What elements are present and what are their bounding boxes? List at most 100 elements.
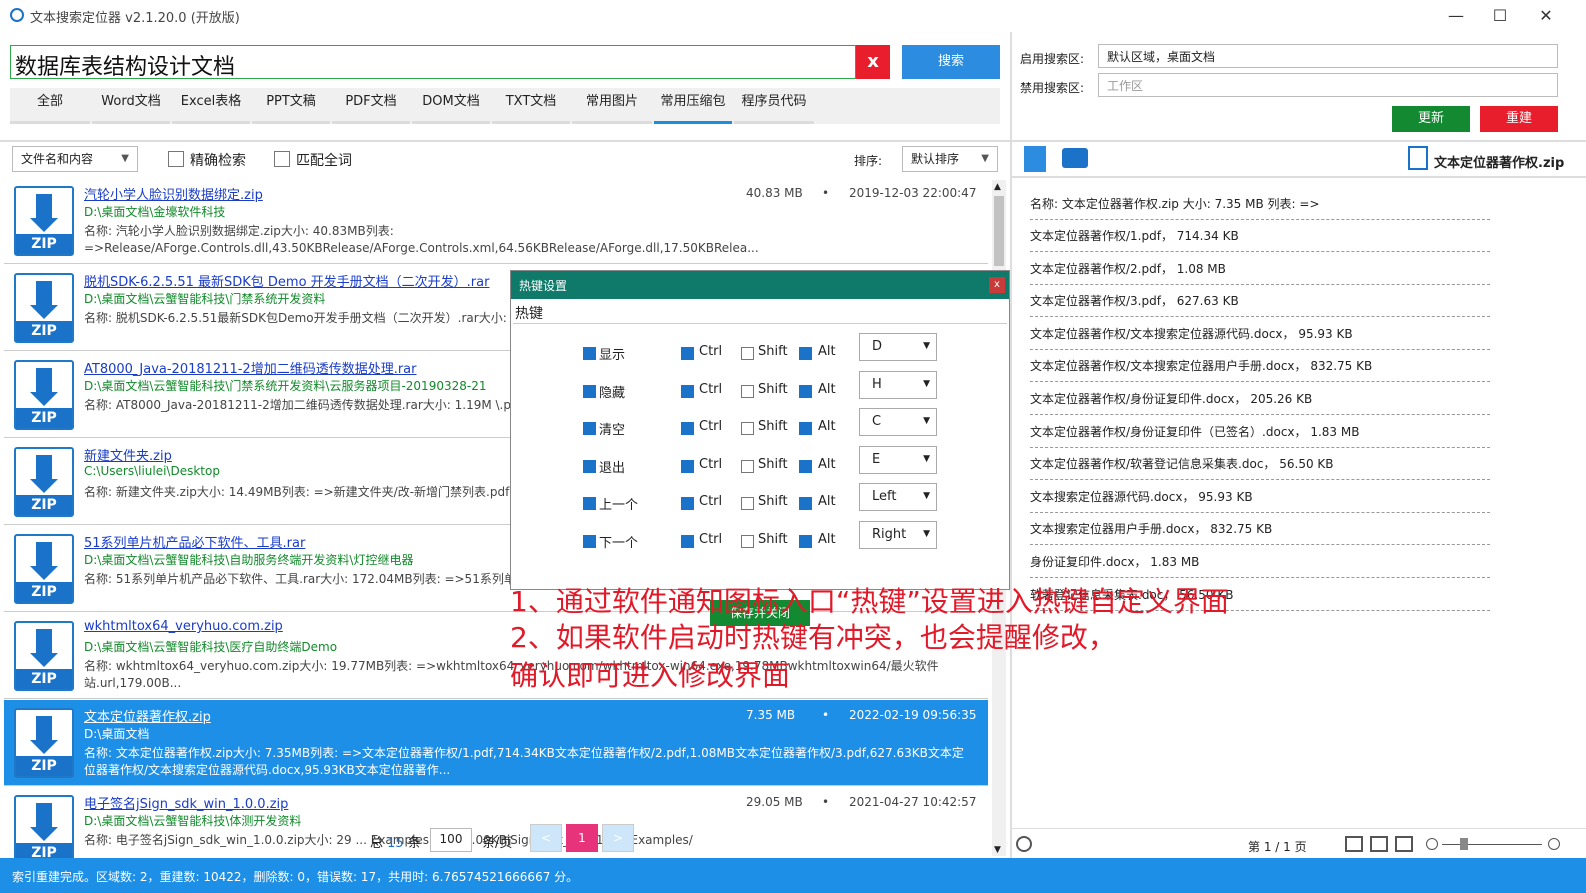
tab-7[interactable]: 常用图片 [572,88,652,124]
maximize-button[interactable]: ☐ [1480,4,1520,28]
enable-area-input[interactable]: 默认区域，桌面文档 [1098,44,1558,68]
tab-4[interactable]: PDF文档 [332,88,410,124]
zoom-in-icon[interactable] [1548,838,1560,850]
zoom-slider-thumb[interactable] [1460,838,1468,850]
shift-checkbox[interactable] [741,497,754,510]
result-row[interactable]: ZIP 文本定位器著作权.zip D:\桌面文档 名称: 文本定位器著作权.zip大小… [4,700,988,786]
tab-0[interactable]: 全部 [10,88,90,124]
single-page-view-icon[interactable] [1345,836,1363,852]
hotkey-key-select[interactable]: Left ▼ [859,483,937,511]
result-date: 2019-12-03 22:00:47 [849,186,977,200]
hotkey-row: 隐藏 Ctrl Shift Alt H ▼ [511,370,1009,407]
result-description: 名称: 电子签名jSign_sdk_win_1.0.0.zip大小: 29 ..… [84,833,693,847]
enable-hotkey-checkbox[interactable] [583,422,596,435]
alt-label: Alt [818,381,836,397]
scroll-up-icon[interactable]: ▲ [994,182,1001,192]
ctrl-checkbox[interactable] [681,422,694,435]
shift-checkbox[interactable] [741,534,754,548]
zoom-out-icon[interactable] [1426,838,1438,850]
enable-hotkey-checkbox[interactable] [583,347,596,360]
zoom-slider[interactable] [1442,844,1542,845]
alt-checkbox[interactable] [799,534,812,548]
tab-9[interactable]: 程序员代码 [734,88,814,124]
result-name-link[interactable]: 汽轮小学人脸识别数据绑定.zip [84,184,263,203]
annotation-note-1: 1、通过软件通知图标入口“热键”设置进入热键自定义界面 [510,585,1229,618]
ctrl-checkbox[interactable] [681,347,694,360]
prev-page-button[interactable]: < [530,824,562,852]
enable-hotkey-checkbox[interactable] [583,534,596,548]
current-page-button[interactable]: 1 [566,824,598,852]
result-row[interactable]: ZIP 汽轮小学人脸识别数据绑定.zip D:\桌面文档\金壕软件科技 名称: 汽轮小… [4,178,988,264]
enable-hotkey-checkbox[interactable] [583,497,596,510]
tab-5[interactable]: DOM文档 [412,88,490,124]
pager-total: 总 15 条 [370,832,421,851]
tab-8[interactable]: 常用压缩包 [654,88,732,124]
ctrl-checkbox[interactable] [681,497,694,510]
result-name-link[interactable]: 电子签名jSign_sdk_win_1.0.0.zip [84,793,288,812]
page-size-input[interactable]: 100 [430,828,472,852]
tab-3[interactable]: PPT文稿 [252,88,330,124]
tab-1[interactable]: Word文档 [92,88,170,124]
search-input[interactable]: 数据库表结构设计文档 [10,45,856,80]
disable-area-input[interactable]: 工作区 [1098,73,1558,97]
sort-select[interactable]: 默认排序 ▼ [902,146,998,172]
hotkey-key-value: E [872,451,881,467]
result-name-link[interactable]: 新建文件夹.zip [84,445,172,464]
enable-hotkey-checkbox[interactable] [583,384,596,398]
ctrl-checkbox[interactable] [681,459,694,473]
tab-6[interactable]: TXT文档 [492,88,570,124]
result-name-link[interactable]: wkhtmltox64_veryhuo.com.zip [84,619,283,634]
alt-checkbox[interactable] [799,384,812,398]
result-name-link[interactable]: AT8000_Java-20181211-2增加二维码透传数据处理.rar [84,358,416,377]
divider [513,323,1007,324]
pager-total-prefix: 总 [370,836,384,851]
alt-checkbox[interactable] [799,347,812,360]
result-name-link[interactable]: 文本定位器著作权.zip [84,706,211,725]
exact-search-label: 精确检索 [190,153,246,169]
close-button[interactable]: ✕ [1526,4,1566,28]
update-button[interactable]: 更新 [1392,106,1470,132]
alt-checkbox[interactable] [799,422,812,435]
search-button[interactable]: 搜索 [902,45,1000,79]
zip-label: ZIP [16,843,72,858]
clear-search-button[interactable]: x [856,45,890,79]
rebuild-button[interactable]: 重建 [1480,106,1558,132]
enable-hotkey-checkbox[interactable] [583,459,596,473]
minimize-button[interactable]: — [1436,4,1476,28]
hotkey-key-select[interactable]: E ▼ [859,445,937,474]
open-folder-icon[interactable] [1062,148,1088,168]
hotkey-key-select[interactable]: H ▼ [859,370,937,399]
alt-checkbox[interactable] [799,459,812,473]
next-page-button[interactable]: > [602,824,634,852]
locate-file-icon[interactable] [1024,146,1046,172]
alt-checkbox[interactable] [799,497,812,510]
file-type-tabs: 全部 Word文档 Excel表格 PPT文稿 PDF文档 DOM文档 TXT文档 常用图片常… [10,88,1000,124]
zoom-search-icon[interactable] [1016,836,1032,852]
book-view-icon[interactable] [1395,836,1413,852]
panel-divider[interactable] [1010,32,1012,858]
shift-checkbox[interactable] [741,347,754,360]
hotkey-row: 退出 Ctrl Shift Alt E ▼ [511,445,1009,482]
scrollbar-thumb[interactable] [994,196,1004,266]
shift-checkbox[interactable] [741,384,754,398]
ctrl-checkbox[interactable] [681,384,694,398]
result-date: 2021-04-27 10:42:57 [849,795,977,809]
hotkey-key-select[interactable]: Right ▼ [859,520,937,549]
shift-checkbox[interactable] [741,459,754,473]
title-bar: 文本搜索定位器 v2.1.20.0 (开放版) — ☐ ✕ [0,0,1586,32]
exact-search-checkbox[interactable] [168,151,184,167]
whole-word-checkbox[interactable] [274,151,290,167]
two-page-view-icon[interactable] [1370,836,1388,852]
preview-entry: 身份证复印件.docx， 1.83 MB [1030,546,1490,578]
search-mode-select[interactable]: 文件名和内容 ▼ [12,146,138,172]
dialog-close-button[interactable]: x [989,277,1005,293]
hotkey-key-select[interactable]: D ▼ [859,333,937,361]
ctrl-checkbox[interactable] [681,534,694,548]
hotkey-key-select[interactable]: C ▼ [859,408,937,436]
result-name-link[interactable]: 51系列单片机产品必下软件、工具.rar [84,532,305,551]
shift-checkbox[interactable] [741,422,754,435]
scroll-down-icon[interactable]: ▼ [994,845,1001,855]
hotkey-row: 清空 Ctrl Shift Alt C ▼ [511,408,1009,444]
tab-2[interactable]: Excel表格 [172,88,250,124]
result-name-link[interactable]: 脱机SDK-6.2.5.51 最新SDK包 Demo 开发手册文档（二次开发）.… [84,271,489,290]
